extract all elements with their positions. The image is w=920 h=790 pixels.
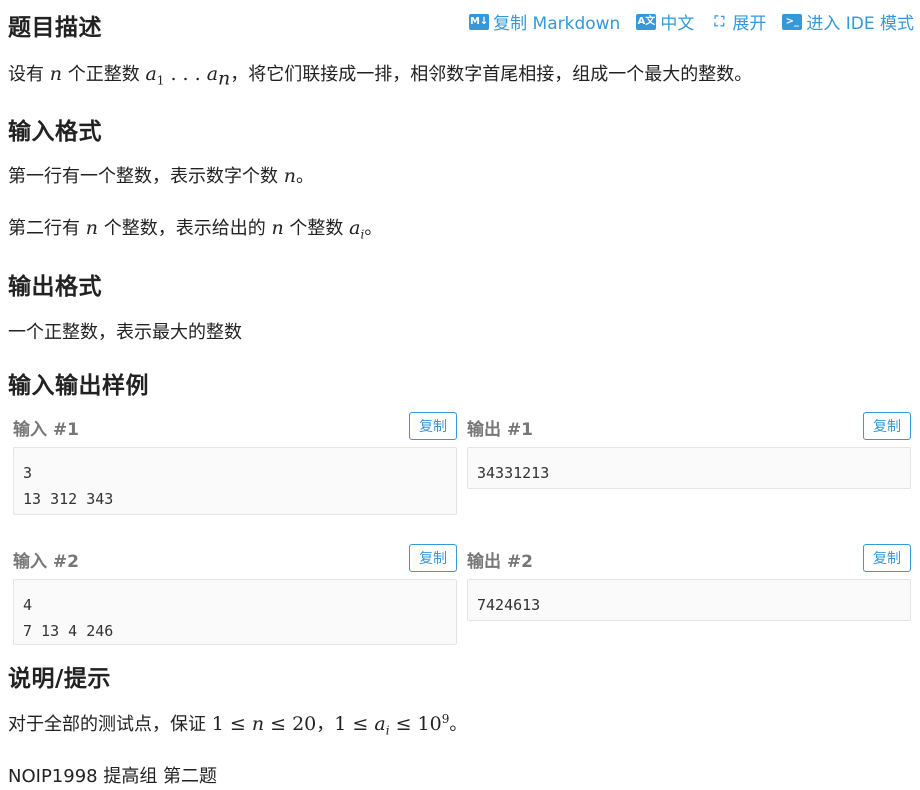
language-label: 中文 bbox=[660, 14, 695, 34]
output-format-text: 一个正整数，表示最大的整数 bbox=[8, 322, 242, 343]
notes-text: 对于全部的测试点，保证 1 ≤ n ≤ 20，1 ≤ ai ≤ 109。 bbox=[8, 712, 468, 738]
ide-mode-button[interactable]: >_ 进入 IDE 模式 bbox=[782, 9, 914, 34]
input-format-heading: 输入格式 bbox=[8, 119, 102, 145]
samples-heading: 输入输出样例 bbox=[8, 373, 149, 399]
expand-label: 展开 bbox=[732, 14, 767, 34]
sample-output-title: 输出 #1 bbox=[467, 420, 533, 440]
problem-source: NOIP1998 提高组 第二题 bbox=[8, 766, 218, 787]
sample-output-title: 输出 #2 bbox=[467, 552, 533, 572]
ide-mode-label: 进入 IDE 模式 bbox=[806, 14, 914, 34]
markdown-icon: M↓ bbox=[469, 13, 490, 30]
copy-markdown-label: 复制 Markdown bbox=[493, 14, 621, 34]
terminal-icon: >_ bbox=[782, 13, 803, 30]
notes-heading: 说明/提示 bbox=[8, 666, 111, 692]
sample-input-title: 输入 #2 bbox=[13, 552, 79, 572]
language-button[interactable]: A文 中文 bbox=[636, 9, 694, 34]
toolbar: M↓ 复制 Markdown A文 中文 ⛶ 展开 >_ 进入 IDE 模式 bbox=[469, 9, 914, 34]
sample-output-box: 34331213 bbox=[467, 447, 911, 489]
sample-input-title: 输入 #1 bbox=[13, 420, 79, 440]
copy-output-button[interactable]: 复制 bbox=[863, 412, 911, 440]
description-text: 设有 n 个正整数 a1 . . . an，将它们联接成一排，相邻数字首尾相接，… bbox=[8, 63, 753, 90]
expand-icon: ⛶ bbox=[714, 13, 725, 30]
translate-icon: A文 bbox=[636, 13, 657, 30]
sample-input-box: 4 7 13 4 246 bbox=[13, 579, 457, 645]
input-format-line2: 第二行有 n 个整数，表示给出的 n 个整数 ai。 bbox=[8, 217, 383, 242]
copy-output-button[interactable]: 复制 bbox=[863, 544, 911, 572]
expand-button[interactable]: ⛶ 展开 bbox=[710, 9, 766, 34]
copy-input-button[interactable]: 复制 bbox=[409, 412, 457, 440]
sample-input-box: 3 13 312 343 bbox=[13, 447, 457, 515]
output-format-heading: 输出格式 bbox=[8, 274, 102, 300]
sample-output-box: 7424613 bbox=[467, 579, 911, 621]
copy-input-button[interactable]: 复制 bbox=[409, 544, 457, 572]
description-heading: 题目描述 bbox=[8, 15, 102, 41]
copy-markdown-button[interactable]: M↓ 复制 Markdown bbox=[469, 9, 620, 34]
input-format-line1: 第一行有一个整数，表示数字个数 n。 bbox=[8, 165, 314, 187]
